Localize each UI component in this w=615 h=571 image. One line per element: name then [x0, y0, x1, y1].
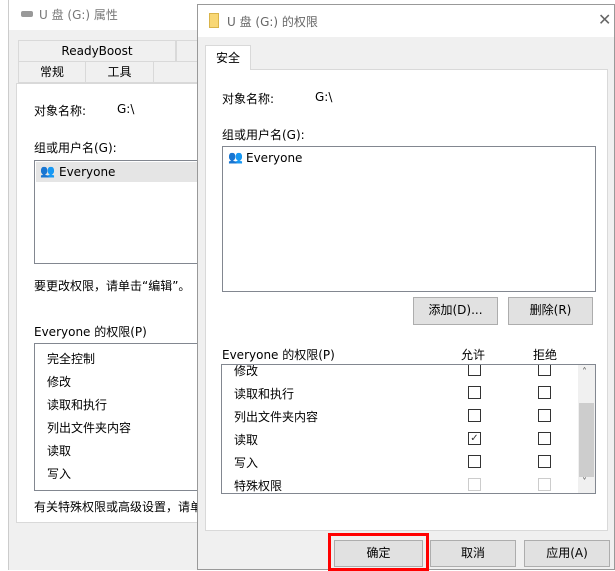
perm-name: 特殊权限 — [234, 479, 283, 493]
perm-item: 修改 — [47, 375, 72, 389]
allow-checkbox[interactable] — [468, 386, 481, 399]
deny-checkbox[interactable] — [538, 478, 551, 491]
scrollbar-thumb[interactable] — [579, 403, 594, 477]
security-panel: 对象名称: G:\ 组或用户名(G): 👥 Everyone 添加(D)... … — [205, 69, 608, 531]
perm-row: 修改 — [222, 364, 578, 381]
perm-item: 写入 — [47, 467, 72, 481]
perm-name: 读取和执行 — [234, 387, 295, 401]
perm-name: 列出文件夹内容 — [234, 410, 319, 424]
allow-checkbox[interactable] — [468, 478, 481, 491]
permissions-dialog: U 盘 (G:) 的权限 ✕ 安全 对象名称: G:\ 组或用户名(G): 👥 … — [197, 4, 615, 571]
user-name: Everyone — [59, 165, 116, 179]
allow-checkbox[interactable]: ✓ — [468, 432, 481, 445]
perm-label: Everyone 的权限(P) — [34, 325, 147, 339]
chevron-up-icon[interactable]: ˄ — [582, 367, 587, 378]
perm-item: 完全控制 — [47, 352, 96, 366]
special-hint: 有关特殊权限或高级设置，请单 — [34, 500, 203, 514]
perm-list[interactable]: ˄ ˅ 修改读取和执行列出文件夹内容 读取 ✓ 写入特殊权限 — [221, 364, 596, 494]
group-label: 组或用户名(G): — [222, 128, 305, 142]
users-icon: 👥 — [228, 150, 243, 164]
object-name-label: 对象名称: — [222, 92, 275, 106]
title-bar: U 盘 (G:) 的权限 ✕ — [198, 5, 614, 37]
user-list[interactable]: 👥 Everyone — [222, 146, 596, 292]
perm-item: 读取和执行 — [47, 398, 108, 412]
ok-button[interactable]: 确定 — [334, 540, 423, 567]
tab-general[interactable]: 常规 — [18, 61, 86, 83]
window-title: U 盘 (G:) 属性 — [39, 8, 118, 22]
allow-checkbox[interactable] — [468, 365, 481, 376]
perm-label: Everyone 的权限(P) — [222, 348, 335, 362]
add-button[interactable]: 添加(D)... — [413, 297, 498, 325]
remove-button[interactable]: 删除(R) — [508, 297, 593, 325]
deny-checkbox[interactable] — [538, 386, 551, 399]
object-name-label: 对象名称: — [34, 104, 87, 118]
perm-name: 写入 — [234, 456, 259, 470]
perm-name: 读取 — [234, 433, 259, 447]
allow-header: 允许 — [461, 348, 486, 362]
deny-checkbox[interactable] — [538, 455, 551, 468]
scrollbar[interactable]: ˄ ˅ — [578, 365, 595, 493]
user-name: Everyone — [246, 151, 303, 165]
perm-row: 列出文件夹内容 — [222, 404, 578, 427]
perm-row: 特殊权限 — [222, 473, 578, 493]
tab-readyboost[interactable]: ReadyBoost — [18, 40, 176, 62]
allow-checkbox[interactable] — [468, 409, 481, 422]
chevron-down-icon[interactable]: ˅ — [582, 477, 587, 488]
window-title: U 盘 (G:) 的权限 — [227, 15, 318, 29]
folder-icon — [209, 13, 219, 28]
deny-checkbox[interactable] — [538, 432, 551, 445]
deny-checkbox[interactable] — [538, 409, 551, 422]
perm-item: 读取 — [47, 444, 72, 458]
tab-tools[interactable]: 工具 — [85, 61, 154, 83]
allow-checkbox[interactable] — [468, 455, 481, 468]
deny-header: 拒绝 — [533, 348, 558, 362]
object-name-value: G:\ — [117, 102, 135, 116]
edit-hint: 要更改权限，请单击“编辑”。 — [34, 279, 191, 293]
drive-icon — [21, 11, 33, 17]
perm-row: 读取 ✓ — [222, 427, 578, 450]
deny-checkbox[interactable] — [538, 365, 551, 376]
perm-item: 列出文件夹内容 — [47, 421, 132, 435]
perm-row: 写入 — [222, 450, 578, 473]
perm-row: 读取和执行 — [222, 381, 578, 404]
list-item[interactable]: 👥 Everyone — [224, 148, 594, 168]
object-name-value: G:\ — [315, 90, 333, 104]
group-label: 组或用户名(G): — [34, 141, 117, 155]
apply-button[interactable]: 应用(A) — [524, 540, 610, 567]
users-icon: 👥 — [40, 164, 55, 178]
close-icon[interactable]: ✕ — [598, 10, 611, 29]
tab-security[interactable]: 安全 — [205, 45, 251, 70]
cancel-button[interactable]: 取消 — [430, 540, 516, 567]
perm-name: 修改 — [234, 364, 259, 378]
